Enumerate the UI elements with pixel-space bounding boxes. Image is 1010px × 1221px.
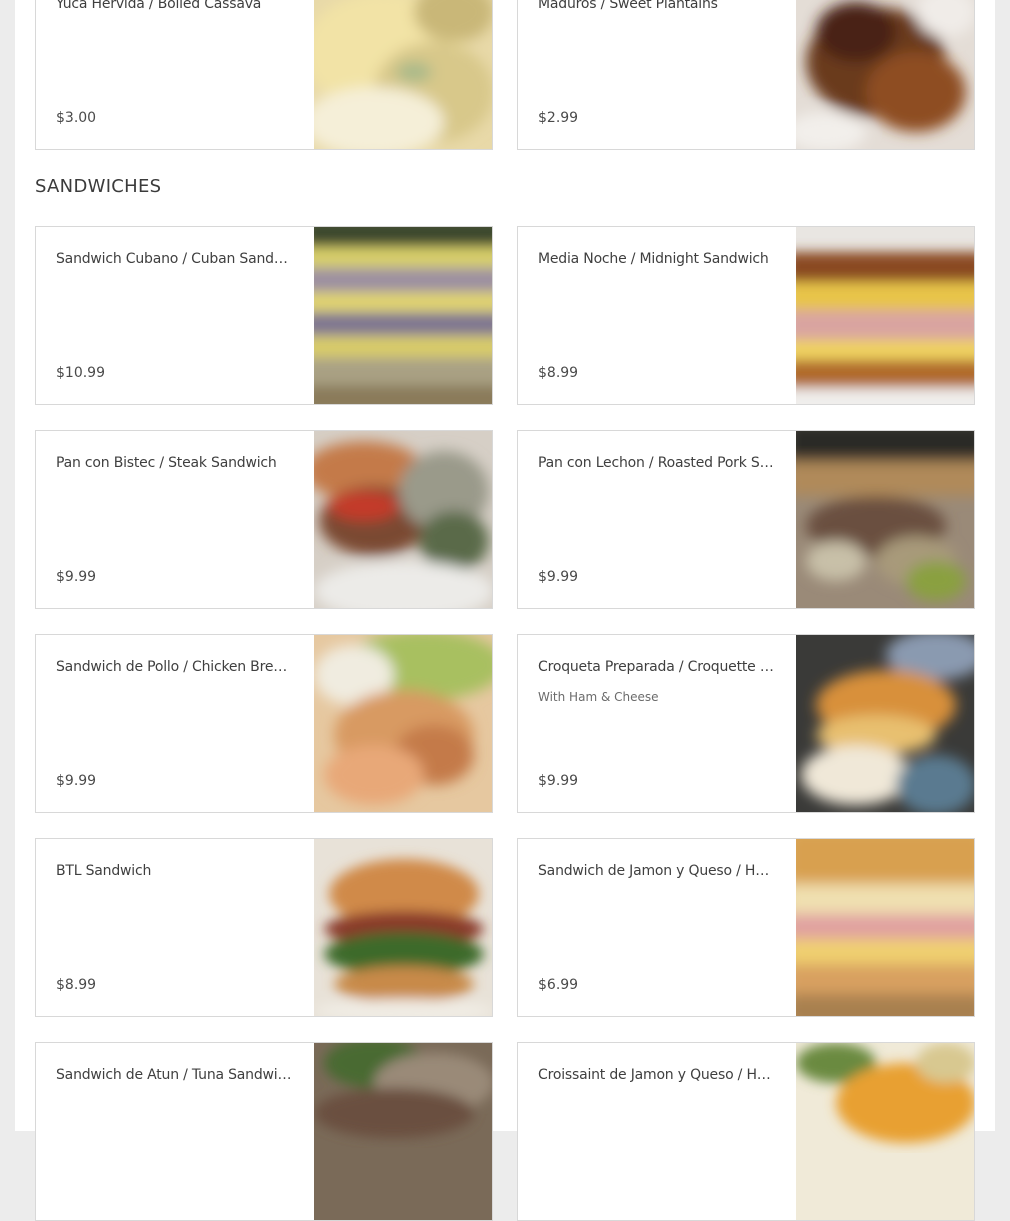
menu-item-card[interactable]: Croqueta Preparada / Croquette Sandwich … <box>517 634 975 813</box>
item-name: BTL Sandwich <box>56 863 152 879</box>
chicken-sandwich-photo <box>314 635 492 812</box>
menu-item-card[interactable]: Croissaint de Jamon y Queso / Ham & Chee… <box>517 1042 975 1221</box>
item-price: $9.99 <box>538 773 579 789</box>
ham-cheese-sandwich-photo <box>796 839 974 1016</box>
menu-item-card[interactable]: Yuca Hervida / Boiled Cassava $3.00 <box>35 0 493 150</box>
menu-item-card[interactable]: Sandwich de Pollo / Chicken Breast Sandw… <box>35 634 493 813</box>
item-price: $9.99 <box>538 569 579 585</box>
item-name: Media Noche / Midnight Sandwich <box>538 251 769 267</box>
item-price: $2.99 <box>538 110 579 126</box>
item-name: Croqueta Preparada / Croquette Sandwich <box>538 659 775 675</box>
sweet-plantains-photo <box>796 0 974 149</box>
btl-sandwich-photo <box>314 839 492 1016</box>
menu-item-card[interactable]: Sandwich de Atun / Tuna Sandwich <box>35 1042 493 1221</box>
midnight-sandwich-photo <box>796 227 974 404</box>
steak-sandwich-photo <box>314 431 492 608</box>
menu-item-card[interactable]: Pan con Lechon / Roasted Pork Sandwich $… <box>517 430 975 609</box>
menu-item-card[interactable]: Sandwich de Jamon y Queso / Ham & Cheese… <box>517 838 975 1017</box>
item-price: $9.99 <box>56 569 97 585</box>
roasted-pork-sandwich-photo <box>796 431 974 608</box>
item-description: With Ham & Cheese <box>538 690 659 704</box>
item-name: Sandwich de Pollo / Chicken Breast Sandw… <box>56 659 293 675</box>
item-name: Sandwich de Atun / Tuna Sandwich <box>56 1067 293 1083</box>
item-name: Pan con Bistec / Steak Sandwich <box>56 455 277 471</box>
item-name: Maduros / Sweet Plantains <box>538 0 718 12</box>
section-title: SANDWICHES <box>35 176 162 197</box>
menu-item-card[interactable]: Sandwich Cubano / Cuban Sandwich $10.99 <box>35 226 493 405</box>
item-price: $8.99 <box>56 977 97 993</box>
croquette-sandwich-photo <box>796 635 974 812</box>
item-name: Pan con Lechon / Roasted Pork Sandwich <box>538 455 775 471</box>
boiled-cassava-photo <box>314 0 492 149</box>
menu-item-card[interactable]: Media Noche / Midnight Sandwich $8.99 <box>517 226 975 405</box>
menu-item-card[interactable]: Pan con Bistec / Steak Sandwich $9.99 <box>35 430 493 609</box>
item-price: $10.99 <box>56 365 105 381</box>
menu-item-card[interactable]: Maduros / Sweet Plantains $2.99 <box>517 0 975 150</box>
item-name: Sandwich Cubano / Cuban Sandwich <box>56 251 293 267</box>
menu-item-card[interactable]: BTL Sandwich $8.99 <box>35 838 493 1017</box>
item-name: Croissaint de Jamon y Queso / Ham & Chee… <box>538 1067 775 1083</box>
item-price: $8.99 <box>538 365 579 381</box>
item-price: $6.99 <box>538 977 579 993</box>
cuban-sandwich-photo <box>314 227 492 404</box>
item-price: $3.00 <box>56 110 97 126</box>
ham-cheese-croissant-photo <box>796 1043 974 1220</box>
item-price: $9.99 <box>56 773 97 789</box>
tuna-sandwich-photo <box>314 1043 492 1220</box>
item-name: Yuca Hervida / Boiled Cassava <box>56 0 262 12</box>
item-name: Sandwich de Jamon y Queso / Ham & Cheese… <box>538 863 775 879</box>
